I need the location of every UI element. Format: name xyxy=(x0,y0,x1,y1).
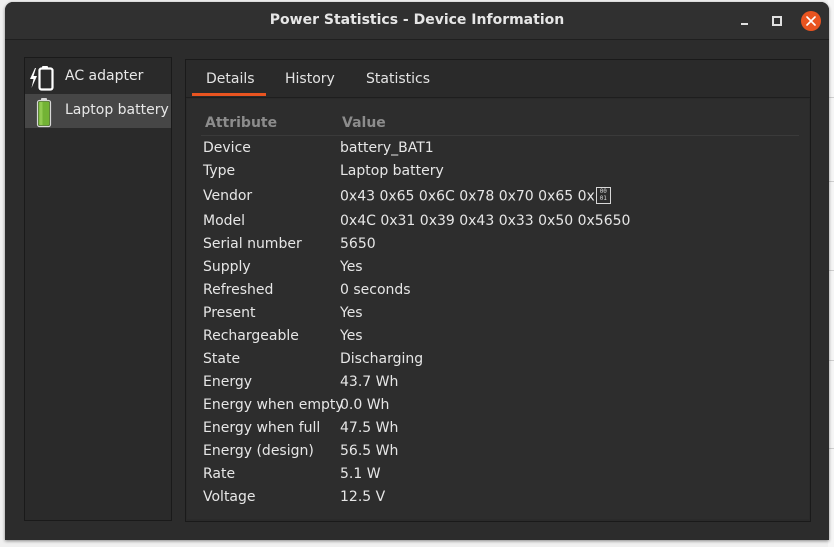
tab-details[interactable]: Details xyxy=(206,71,255,87)
table-row[interactable]: Energy when empty 0.0 Wh xyxy=(187,397,809,417)
value-cell: Discharging xyxy=(340,351,424,367)
unprintable-glyph-box: 00 01 xyxy=(595,187,611,204)
attribute-cell: Supply xyxy=(203,259,251,275)
table-row[interactable]: Type Laptop battery xyxy=(187,163,809,183)
table-row[interactable]: Device battery_BAT1 xyxy=(187,140,809,160)
value-cell: Laptop battery xyxy=(340,163,444,179)
attribute-cell: Energy xyxy=(203,374,253,390)
value-cell: Yes xyxy=(340,328,363,344)
value-cell: Yes xyxy=(340,259,363,275)
table-row[interactable]: State Discharging xyxy=(187,351,809,371)
device-item-ac-adapter[interactable]: AC adapter xyxy=(25,60,171,94)
table-row[interactable]: Rate 5.1 W xyxy=(187,466,809,486)
value-cell: 47.5 Wh xyxy=(340,420,399,436)
tab-history[interactable]: History xyxy=(285,71,335,87)
table-row[interactable]: Energy 43.7 Wh xyxy=(187,374,809,394)
table-row[interactable]: Rechargeable Yes xyxy=(187,328,809,348)
device-label: Laptop battery xyxy=(65,102,169,118)
details-panel: Details History Statistics Attribute Val… xyxy=(185,59,811,522)
table-row[interactable]: Supply Yes xyxy=(187,259,809,279)
device-list: AC adapter Laptop battery xyxy=(24,57,172,521)
attribute-cell: Refreshed xyxy=(203,282,274,298)
header-divider xyxy=(201,135,799,136)
attribute-cell: Type xyxy=(203,163,236,179)
table-row[interactable]: Present Yes xyxy=(187,305,809,325)
device-label: AC adapter xyxy=(65,68,144,84)
device-item-laptop-battery[interactable]: Laptop battery xyxy=(25,94,171,128)
value-cell: 0 seconds xyxy=(340,282,411,298)
value-cell: 56.5 Wh xyxy=(340,443,399,459)
column-header-value[interactable]: Value xyxy=(342,115,386,131)
power-statistics-window: Power Statistics - Device Information AC… xyxy=(5,2,829,540)
attribute-cell: Voltage xyxy=(203,489,256,505)
attribute-cell: State xyxy=(203,351,241,367)
table-row[interactable]: Energy when full 47.5 Wh xyxy=(187,420,809,440)
attribute-cell: Rechargeable xyxy=(203,328,299,344)
close-button[interactable] xyxy=(801,11,821,31)
tab-statistics[interactable]: Statistics xyxy=(366,71,430,87)
value-cell: 0.0 Wh xyxy=(340,397,390,413)
glyph-hex-bottom: 01 xyxy=(599,195,607,202)
value-cell: battery_BAT1 xyxy=(340,140,434,156)
table-row[interactable]: Refreshed 0 seconds xyxy=(187,282,809,302)
table-row[interactable]: Model 0x4C 0x31 0x39 0x43 0x33 0x50 0x56… xyxy=(187,213,809,233)
attribute-cell: Energy (design) xyxy=(203,443,314,459)
attribute-cell: Serial number xyxy=(203,236,302,252)
battery-icon xyxy=(28,98,60,132)
table-row[interactable]: Vendor 0x43 0x65 0x6C 0x78 0x70 0x65 0x 0… xyxy=(187,187,809,208)
title-bar[interactable]: Power Statistics - Device Information xyxy=(5,2,829,40)
attribute-cell: Model xyxy=(203,213,246,229)
tab-bar: Details History Statistics xyxy=(186,60,810,98)
value-cell: 5650 xyxy=(340,236,376,252)
attribute-cell: Vendor xyxy=(203,188,253,204)
maximize-icon xyxy=(772,16,782,26)
minimize-icon xyxy=(741,23,748,25)
table-row[interactable]: Voltage 12.5 V xyxy=(187,489,809,509)
attribute-table[interactable]: Attribute Value Device battery_BAT1 Type… xyxy=(187,99,809,519)
value-cell: 12.5 V xyxy=(340,489,386,505)
minimize-button[interactable] xyxy=(735,11,755,31)
table-row[interactable]: Energy (design) 56.5 Wh xyxy=(187,443,809,463)
attribute-cell: Rate xyxy=(203,466,236,482)
ac-adapter-icon xyxy=(28,64,60,96)
close-icon xyxy=(806,16,816,26)
value-cell: Yes xyxy=(340,305,363,321)
value-cell: 0x4C 0x31 0x39 0x43 0x33 0x50 0x5650 xyxy=(340,213,631,229)
attribute-cell: Device xyxy=(203,140,251,156)
window-title: Power Statistics - Device Information xyxy=(269,12,565,28)
value-cell: 0x43 0x65 0x6C 0x78 0x70 0x65 0x 00 01 xyxy=(340,187,611,205)
value-cell: 43.7 Wh xyxy=(340,374,399,390)
maximize-button[interactable] xyxy=(767,11,787,31)
vendor-value-text: 0x43 0x65 0x6C 0x78 0x70 0x65 0x xyxy=(340,188,595,205)
column-header-attribute[interactable]: Attribute xyxy=(205,115,277,131)
value-cell: 5.1 W xyxy=(340,466,381,482)
active-tab-indicator xyxy=(192,93,266,96)
glyph-hex-top: 00 xyxy=(599,188,607,195)
attribute-cell: Present xyxy=(203,305,256,321)
attribute-cell: Energy when empty xyxy=(203,397,344,413)
table-row[interactable]: Serial number 5650 xyxy=(187,236,809,256)
attribute-cell: Energy when full xyxy=(203,420,321,436)
